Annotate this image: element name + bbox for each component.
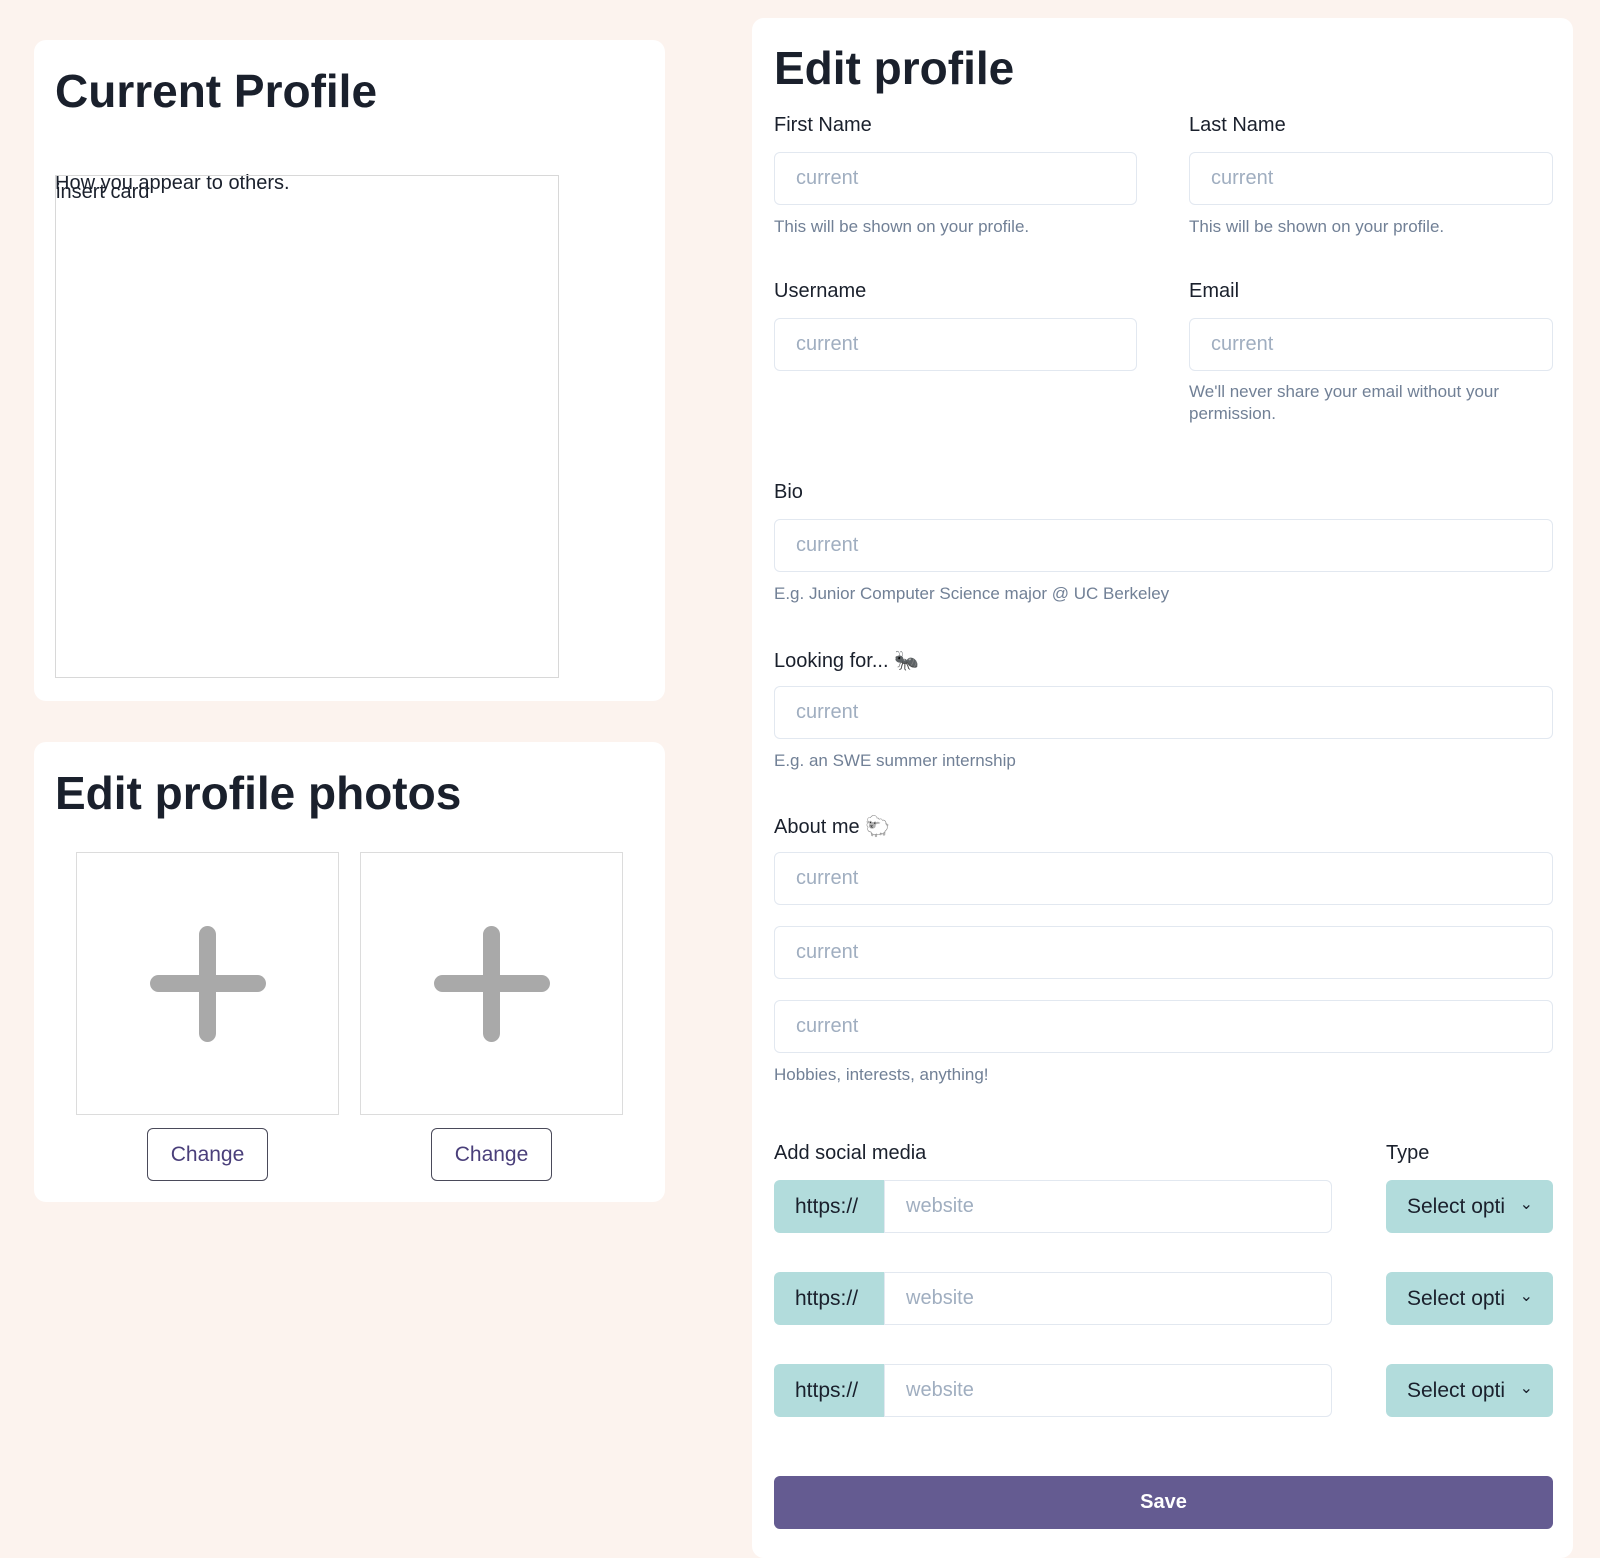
social-media-label: Add social media xyxy=(774,1142,927,1164)
profile-card-preview: insert card xyxy=(55,175,559,678)
plus-icon xyxy=(432,924,552,1044)
social-prefix-3: https:// xyxy=(774,1364,885,1417)
chevron-down-icon: ⌄ xyxy=(1519,1380,1533,1397)
bio-label: Bio xyxy=(774,481,803,503)
looking-for-help: E.g. an SWE summer internship xyxy=(774,751,1016,770)
social-url-input-1[interactable] xyxy=(884,1180,1332,1233)
looking-for-input[interactable] xyxy=(774,686,1553,739)
bio-input[interactable] xyxy=(774,519,1553,572)
last-name-help: This will be shown on your profile. xyxy=(1189,217,1445,236)
edit-profile-card: Edit profile First Name This will be sho… xyxy=(752,18,1573,1558)
current-profile-card: Current Profile How you appear to others… xyxy=(34,40,665,701)
first-name-help: This will be shown on your profile. xyxy=(774,217,1030,236)
profile-card-placeholder: insert card xyxy=(56,181,150,203)
email-help: We'll never share your email without you… xyxy=(1189,382,1500,423)
username-input[interactable] xyxy=(774,318,1137,371)
email-input[interactable] xyxy=(1189,318,1553,371)
current-profile-title: Current Profile xyxy=(55,65,378,117)
social-type-select-1[interactable]: Select opti ⌄ xyxy=(1386,1180,1553,1233)
social-url-input-2[interactable] xyxy=(884,1272,1332,1325)
about-me-input-2[interactable] xyxy=(774,926,1553,979)
email-label: Email xyxy=(1189,280,1240,302)
social-type-select-3[interactable]: Select opti ⌄ xyxy=(1386,1364,1553,1417)
about-me-input-1[interactable] xyxy=(774,852,1553,905)
social-url-input-3[interactable] xyxy=(884,1364,1332,1417)
about-me-label: About me 🐑 xyxy=(774,816,891,838)
chevron-down-icon: ⌄ xyxy=(1519,1196,1533,1213)
social-type-select-2[interactable]: Select opti ⌄ xyxy=(1386,1272,1553,1325)
first-name-label: First Name xyxy=(774,114,872,136)
first-name-input[interactable] xyxy=(774,152,1137,205)
edit-photos-title: Edit profile photos xyxy=(55,767,462,819)
social-type-select-3-value: Select opti xyxy=(1407,1378,1506,1402)
looking-for-label: Looking for... 🐜 xyxy=(774,650,919,672)
edit-photos-card: Edit profile photos Change Change xyxy=(34,742,665,1202)
bio-help: E.g. Junior Computer Science major @ UC … xyxy=(774,584,1170,603)
chevron-down-icon: ⌄ xyxy=(1519,1288,1533,1305)
photo-slot-2[interactable] xyxy=(360,852,623,1115)
edit-profile-title: Edit profile xyxy=(774,42,1015,94)
last-name-input[interactable] xyxy=(1189,152,1553,205)
plus-icon xyxy=(148,924,268,1044)
change-photo-1-button[interactable]: Change xyxy=(147,1128,268,1181)
social-prefix-2: https:// xyxy=(774,1272,885,1325)
about-me-help: Hobbies, interests, anything! xyxy=(774,1065,989,1084)
social-type-label: Type xyxy=(1386,1142,1430,1164)
save-button[interactable]: Save xyxy=(774,1476,1553,1529)
photo-slot-1[interactable] xyxy=(76,852,339,1115)
username-label: Username xyxy=(774,280,867,302)
change-photo-2-button[interactable]: Change xyxy=(431,1128,552,1181)
social-type-select-1-value: Select opti xyxy=(1407,1194,1506,1218)
social-type-select-2-value: Select opti xyxy=(1407,1286,1506,1310)
about-me-input-3[interactable] xyxy=(774,1000,1553,1053)
social-prefix-1: https:// xyxy=(774,1180,885,1233)
last-name-label: Last Name xyxy=(1189,114,1286,136)
